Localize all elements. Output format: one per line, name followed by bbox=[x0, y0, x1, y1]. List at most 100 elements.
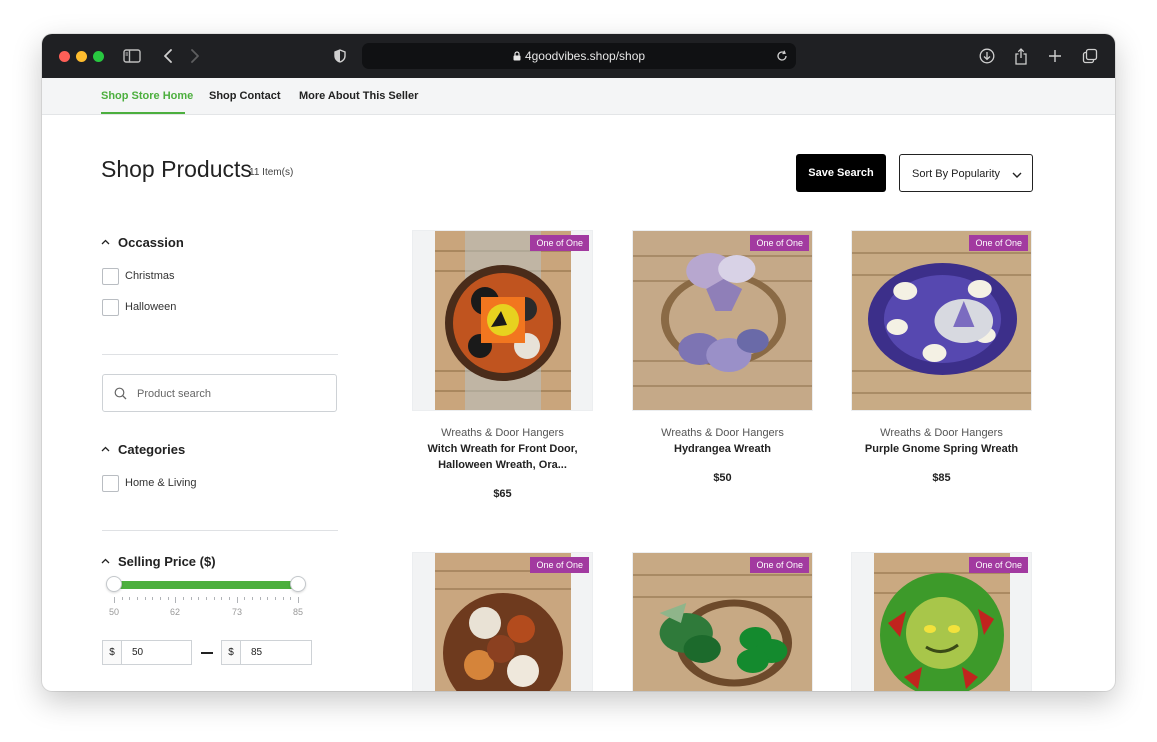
slider-tick bbox=[160, 597, 161, 600]
product-title[interactable]: Hydrangea Wreath bbox=[632, 441, 813, 457]
sort-dropdown[interactable]: Sort By Popularity bbox=[899, 154, 1033, 192]
shop-nav: Shop Store Home Shop Contact More About … bbox=[42, 78, 1115, 115]
categories-filter-header[interactable]: Categories bbox=[101, 440, 185, 457]
product-price: $85 bbox=[932, 472, 951, 484]
chevron-up-icon bbox=[101, 552, 110, 567]
filter-divider bbox=[102, 354, 338, 355]
checkbox[interactable] bbox=[102, 475, 119, 492]
forward-arrow-icon[interactable] bbox=[185, 46, 205, 66]
slider-tick bbox=[298, 597, 299, 603]
one-of-one-badge: One of One bbox=[969, 235, 1028, 251]
slider-tick bbox=[244, 597, 246, 600]
lock-icon bbox=[513, 51, 521, 61]
wreath-photo-fall bbox=[435, 553, 571, 691]
page-title: Shop Products bbox=[101, 156, 252, 182]
price-min-input[interactable]: $ 50 bbox=[102, 640, 192, 665]
currency-symbol: $ bbox=[103, 641, 122, 664]
nav-shop-store-home[interactable]: Shop Store Home bbox=[101, 90, 193, 102]
wreath-photo-shamrock bbox=[633, 553, 812, 691]
price-min-handle[interactable] bbox=[106, 576, 122, 592]
address-bar[interactable]: 4goodvibes.shop/shop bbox=[362, 43, 796, 69]
sidebar-toggle-icon[interactable] bbox=[122, 46, 142, 66]
one-of-one-badge: One of One bbox=[530, 235, 589, 251]
currency-symbol: $ bbox=[222, 641, 241, 664]
product-title[interactable]: Witch Wreath for Front Door, Halloween W… bbox=[412, 441, 593, 473]
slider-tick bbox=[183, 597, 184, 600]
occasion-filter-header[interactable]: Occassion bbox=[101, 233, 184, 250]
product-category: Wreaths & Door Hangers bbox=[661, 427, 784, 439]
price-tick-label: 62 bbox=[170, 607, 181, 617]
browser-window: 4goodvibes.shop/shop Shop Store Home Sho… bbox=[42, 34, 1115, 691]
back-arrow-icon[interactable] bbox=[158, 46, 178, 66]
slider-tick bbox=[236, 597, 238, 603]
wreath-photo-hydrangea bbox=[633, 231, 812, 410]
occasion-filter-title: Occassion bbox=[118, 235, 184, 250]
wreath-photo-gnome bbox=[852, 231, 1031, 410]
chevron-up-icon bbox=[101, 440, 110, 455]
share-icon[interactable] bbox=[1011, 46, 1031, 66]
slider-tick bbox=[175, 597, 177, 603]
filter-divider bbox=[102, 530, 338, 531]
active-nav-underline bbox=[101, 112, 185, 114]
slider-tick bbox=[282, 597, 284, 600]
save-search-button[interactable]: Save Search bbox=[796, 154, 886, 192]
price-range-track[interactable] bbox=[114, 581, 298, 589]
wreath-photo-grinch bbox=[874, 553, 1010, 691]
sort-selected-value: Sort By Popularity bbox=[912, 168, 1001, 180]
nav-shop-contact[interactable]: Shop Contact bbox=[209, 90, 281, 102]
privacy-shield-icon[interactable] bbox=[330, 46, 350, 66]
item-count: 11 Item(s) bbox=[249, 167, 294, 178]
price-filter-title: Selling Price ($) bbox=[118, 554, 216, 569]
slider-tick bbox=[290, 597, 292, 600]
price-tick-label: 73 bbox=[232, 607, 243, 617]
product-category: Wreaths & Door Hangers bbox=[441, 427, 564, 439]
filter-option-label: Home & Living bbox=[125, 477, 197, 489]
product-image[interactable]: One of One bbox=[412, 552, 593, 691]
slider-tick bbox=[252, 597, 253, 600]
close-window-button[interactable] bbox=[59, 51, 70, 62]
slider-tick bbox=[259, 597, 261, 600]
one-of-one-badge: One of One bbox=[969, 557, 1028, 573]
download-icon[interactable] bbox=[977, 46, 997, 66]
minimize-window-button[interactable] bbox=[76, 51, 87, 62]
product-image[interactable]: One of One bbox=[851, 230, 1032, 411]
slider-tick bbox=[213, 597, 215, 600]
search-icon bbox=[114, 387, 127, 405]
new-tab-icon[interactable] bbox=[1045, 46, 1065, 66]
zoom-window-button[interactable] bbox=[93, 51, 104, 62]
reload-icon[interactable] bbox=[776, 49, 788, 67]
price-tick-label: 50 bbox=[109, 607, 120, 617]
chevron-down-icon bbox=[1012, 170, 1022, 182]
checkbox[interactable] bbox=[102, 299, 119, 316]
slider-tick bbox=[221, 597, 223, 600]
product-price: $65 bbox=[493, 488, 512, 500]
wreath-photo-witch bbox=[435, 231, 571, 410]
checkbox[interactable] bbox=[102, 268, 119, 285]
slider-tick bbox=[190, 597, 192, 600]
slider-tick bbox=[114, 597, 115, 603]
product-category: Wreaths & Door Hangers bbox=[880, 427, 1003, 439]
price-max-input[interactable]: $ 85 bbox=[221, 640, 312, 665]
browser-toolbar: 4goodvibes.shop/shop bbox=[42, 34, 1115, 78]
price-max-handle[interactable] bbox=[290, 576, 306, 592]
nav-more-about-seller[interactable]: More About This Seller bbox=[299, 90, 418, 102]
slider-tick bbox=[167, 597, 169, 600]
price-tick-label: 85 bbox=[293, 607, 304, 617]
price-filter-header[interactable]: Selling Price ($) bbox=[101, 552, 216, 569]
price-min-value: 50 bbox=[132, 647, 144, 658]
product-image[interactable]: One of One bbox=[632, 230, 813, 411]
categories-filter-title: Categories bbox=[118, 442, 186, 457]
product-image[interactable]: One of One bbox=[632, 552, 813, 691]
tab-overview-icon[interactable] bbox=[1080, 46, 1100, 66]
slider-tick bbox=[229, 597, 230, 600]
price-range-separator bbox=[201, 652, 213, 654]
slider-tick bbox=[198, 597, 200, 600]
product-image[interactable]: One of One bbox=[851, 552, 1032, 691]
product-search-input[interactable]: Product search bbox=[102, 374, 337, 412]
product-title[interactable]: Purple Gnome Spring Wreath bbox=[851, 441, 1032, 457]
filter-option-label: Christmas bbox=[125, 270, 175, 282]
slider-tick bbox=[144, 597, 146, 600]
price-max-value: 85 bbox=[251, 647, 263, 658]
slider-tick bbox=[121, 597, 123, 600]
product-image[interactable]: One of One bbox=[412, 230, 593, 411]
